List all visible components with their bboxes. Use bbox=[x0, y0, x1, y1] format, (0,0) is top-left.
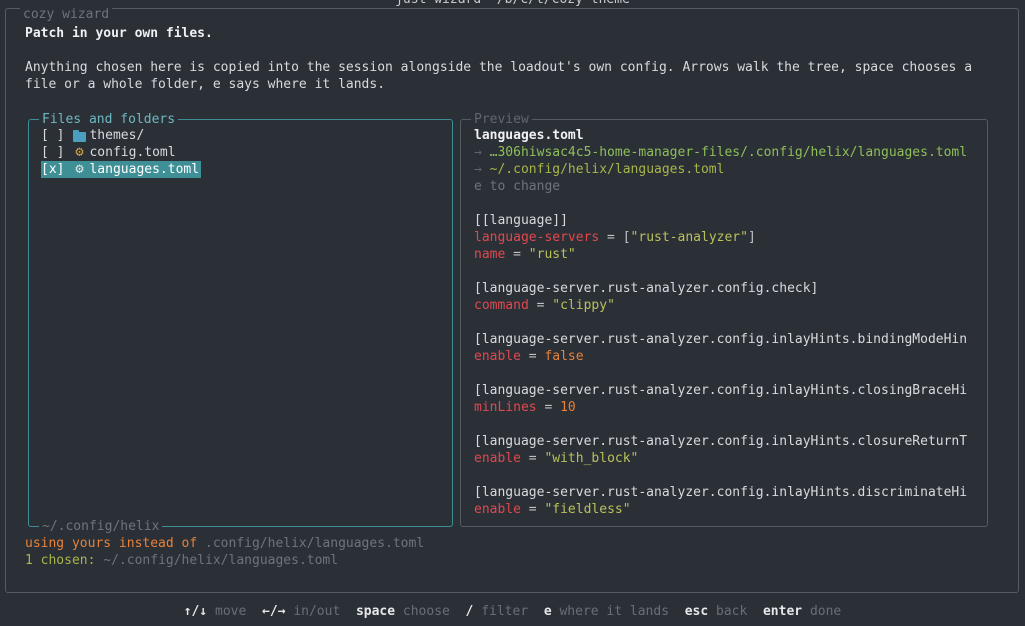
toml-equals: = bbox=[599, 230, 623, 245]
preview-change-hint[interactable]: e to change bbox=[474, 178, 560, 195]
override-label: using yours instead of bbox=[25, 536, 206, 551]
dest-path-text: ~/.config/helix/languages.toml bbox=[481, 162, 725, 177]
toml-value: "rust" bbox=[528, 247, 576, 262]
keybinding-bar: ↑/↓ move ←/→ in/out space choose / filte… bbox=[0, 603, 1025, 620]
file-tree-row[interactable]: [ ] themes/ bbox=[41, 127, 144, 144]
toml-key: command bbox=[474, 298, 529, 313]
chosen-status: 1 chosen: ~/.config/helix/languages.toml bbox=[25, 552, 338, 569]
toml-key-value: command = "clippy" bbox=[474, 297, 615, 314]
wizard-title: cozy wizard bbox=[20, 8, 113, 22]
file-tree-row[interactable]: [ ] ⚙ config.toml bbox=[41, 144, 176, 161]
key-hint-description: move bbox=[215, 604, 247, 619]
toml-key-value: enable = false bbox=[474, 348, 584, 365]
key-hint-description: back bbox=[716, 604, 748, 619]
key-hint-description: choose bbox=[402, 604, 450, 619]
override-status: using yours instead of .config/helix/lan… bbox=[25, 535, 424, 552]
toml-equals: = bbox=[528, 298, 553, 313]
key-hint: space bbox=[355, 604, 396, 619]
key-hint-description: done bbox=[809, 604, 842, 619]
checkbox[interactable]: [ ] bbox=[41, 144, 64, 161]
toml-equals: = bbox=[520, 451, 545, 466]
toml-section-header: [[language]] bbox=[474, 213, 568, 228]
toml-value: "with_block" bbox=[544, 451, 639, 466]
page-heading: Patch in your own files. bbox=[25, 26, 213, 41]
toml-section-header: [language-server.rust-analyzer.config.in… bbox=[474, 434, 968, 449]
current-path: ~/.config/helix bbox=[39, 518, 163, 535]
toml-key: enable bbox=[474, 349, 521, 364]
key-hint-description: filter bbox=[481, 604, 529, 619]
toml-key: language-servers bbox=[474, 230, 600, 245]
toml-section-header: [language-server.rust-analyzer.config.ch… bbox=[474, 281, 819, 296]
toml-key: enable bbox=[474, 502, 521, 517]
file-name: languages.toml bbox=[89, 162, 200, 177]
toml-value: "fieldless" bbox=[544, 502, 631, 517]
gear-icon: ⚙ bbox=[75, 144, 84, 160]
key-hint: enter bbox=[762, 604, 803, 619]
source-path-text: …306hiwsac4c5-home-manager-files/.config… bbox=[481, 145, 968, 160]
toml-equals: = bbox=[505, 247, 529, 262]
toml-key-value: enable = "fieldless" bbox=[474, 501, 631, 518]
key-hint: / bbox=[465, 604, 474, 619]
file-tree-row[interactable]: [x] ⚙ languages.toml bbox=[41, 161, 202, 178]
toml-key: minLines bbox=[474, 400, 537, 415]
toml-equals: = bbox=[536, 400, 561, 415]
toml-value: ["rust-analyzer"] bbox=[622, 230, 756, 245]
toml-key-value: minLines = 10 bbox=[474, 399, 576, 416]
toml-value: "clippy" bbox=[552, 298, 615, 313]
chosen-path: ~/.config/helix/languages.toml bbox=[103, 553, 339, 568]
checkbox[interactable]: [ ] bbox=[41, 127, 64, 144]
key-hint: esc bbox=[684, 604, 709, 619]
preview-panel-title: Preview bbox=[471, 111, 532, 128]
key-hint: e bbox=[543, 604, 552, 619]
preview-filename: languages.toml bbox=[474, 128, 584, 143]
terminal-title: just wizard ~/b/c/t/cozy-theme bbox=[0, 0, 1025, 8]
chosen-label: 1 chosen: bbox=[25, 553, 104, 568]
toml-equals: = bbox=[520, 502, 545, 517]
description-line-1: Anything chosen here is copied into the … bbox=[25, 60, 973, 75]
toml-key: name bbox=[474, 247, 506, 262]
preview-source-path: → …306hiwsac4c5-home-manager-files/.conf… bbox=[474, 144, 967, 161]
toml-key-value: name = "rust" bbox=[474, 246, 576, 263]
key-hint: ↑/↓ bbox=[183, 604, 208, 619]
arrow-icon: → bbox=[474, 162, 482, 177]
override-path: .config/helix/languages.toml bbox=[205, 536, 425, 551]
toml-section-header: [language-server.rust-analyzer.config.in… bbox=[474, 383, 968, 398]
key-hint-description: where it lands bbox=[559, 604, 670, 619]
description-line-2: file or a whole folder, e says where it … bbox=[25, 77, 386, 92]
toml-section-header: [language-server.rust-analyzer.config.in… bbox=[474, 332, 968, 347]
checkbox[interactable]: [x] bbox=[41, 161, 64, 178]
key-hint-description: in/out bbox=[293, 604, 341, 619]
key-hint: ←/→ bbox=[262, 604, 286, 619]
preview-panel: Preview languages.toml → …306hiwsac4c5-h… bbox=[460, 111, 988, 527]
files-panel: Files and folders [ ] themes/ [ ] ⚙ config.t… bbox=[28, 111, 453, 535]
gear-icon: ⚙ bbox=[75, 161, 84, 177]
toml-key: enable bbox=[474, 451, 521, 466]
toml-section-header: [language-server.rust-analyzer.config.in… bbox=[474, 485, 968, 500]
toml-key-value: language-servers = ["rust-analyzer"] bbox=[474, 229, 756, 246]
file-name: config.toml bbox=[89, 145, 176, 160]
file-name: themes/ bbox=[89, 128, 145, 143]
toml-key-value: enable = "with_block" bbox=[474, 450, 638, 467]
files-panel-title: Files and folders bbox=[39, 111, 179, 128]
toml-value: false bbox=[544, 349, 584, 364]
preview-dest-path: → ~/.config/helix/languages.toml bbox=[474, 161, 724, 178]
toml-equals: = bbox=[520, 349, 545, 364]
folder-icon bbox=[72, 129, 87, 143]
toml-value: 10 bbox=[560, 400, 576, 415]
arrow-icon: → bbox=[474, 145, 482, 160]
